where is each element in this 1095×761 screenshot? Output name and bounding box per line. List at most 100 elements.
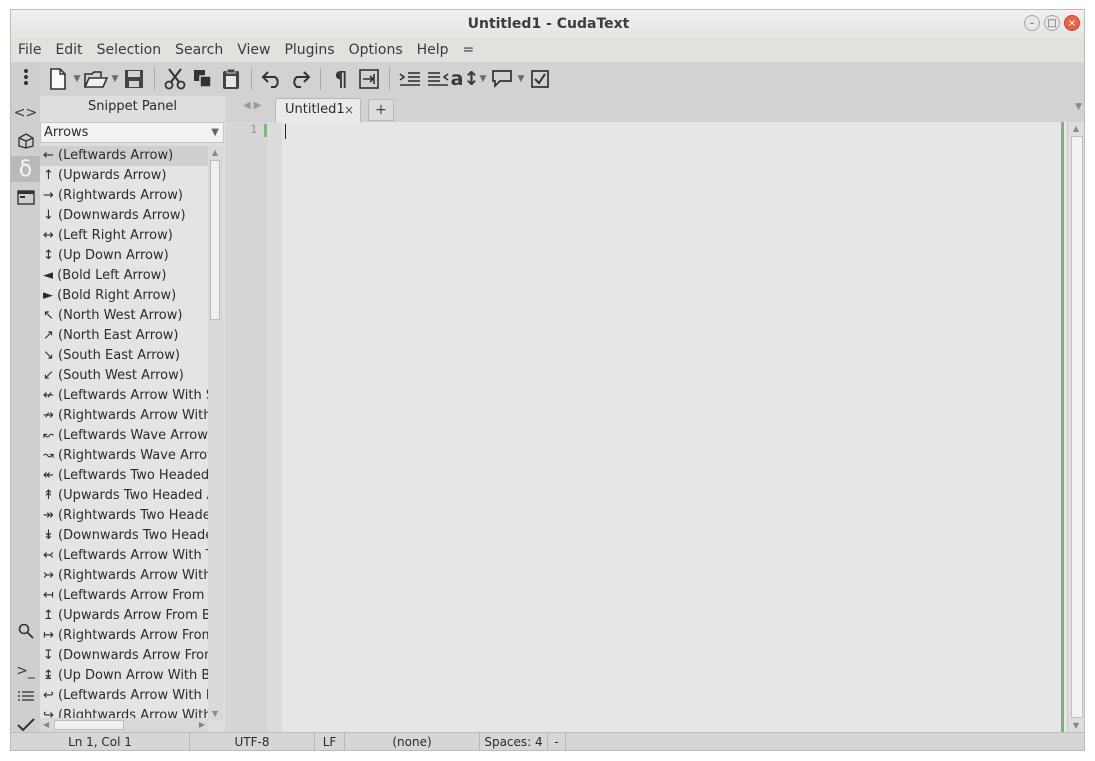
status-line-ending[interactable]: LF — [315, 733, 345, 750]
menu-help[interactable]: Help — [417, 42, 449, 58]
scroll-thumb[interactable] — [210, 160, 220, 320]
snippet-item[interactable]: ↡ (Downwards Two Headed Arrow) — [40, 526, 208, 546]
snippet-item[interactable]: ↩ (Leftwards Arrow With Hook) — [40, 686, 208, 706]
paste-icon[interactable] — [217, 66, 245, 92]
menu-plugins[interactable]: Plugins — [284, 42, 334, 58]
open-file-icon[interactable] — [82, 66, 110, 92]
copy-icon[interactable] — [189, 66, 217, 92]
snippet-item[interactable]: ↚ (Leftwards Arrow With Stroke) — [40, 386, 208, 406]
snippet-list[interactable]: ← (Leftwards Arrow) ↑ (Upwards Arrow) → (R… — [40, 146, 208, 720]
snippet-item[interactable]: ↘ (South East Arrow) — [40, 346, 208, 366]
minimize-button[interactable]: – — [1024, 15, 1040, 31]
maximize-button[interactable]: □ — [1044, 15, 1060, 31]
snippet-item[interactable]: ↕ (Up Down Arrow) — [40, 246, 208, 266]
unindent-icon[interactable] — [424, 66, 452, 92]
menu-search[interactable]: Search — [175, 42, 223, 58]
case-icon[interactable]: a↕ — [451, 66, 480, 92]
indent-icon[interactable] — [396, 66, 424, 92]
snippet-item[interactable]: ↠ (Rightwards Two Headed Arrow) — [40, 506, 208, 526]
title-bar: Untitled1 - CudaText – □ × — [11, 10, 1084, 39]
snippet-panel-icon[interactable]: δ — [11, 156, 40, 182]
fold-margin — [267, 122, 282, 732]
snippet-panel: Snippet Panel Arrows ▼ ← (Leftwards Arro… — [40, 96, 225, 732]
cut-icon[interactable] — [161, 66, 189, 92]
undo-icon[interactable] — [258, 66, 286, 92]
close-icon[interactable]: × — [344, 99, 354, 121]
new-file-icon[interactable] — [44, 66, 72, 92]
snippet-item[interactable]: ↦ (Rightwards Arrow From Bar) — [40, 626, 208, 646]
new-file-dropdown-icon[interactable]: ▼ — [72, 66, 82, 92]
editor-vertical-scrollbar[interactable]: ▲ ▼ — [1067, 122, 1084, 732]
menu-view[interactable]: View — [237, 42, 270, 58]
redo-icon[interactable] — [286, 66, 314, 92]
scroll-thumb[interactable] — [1071, 136, 1083, 718]
scroll-thumb[interactable] — [54, 720, 124, 730]
scroll-up-icon[interactable]: ▲ — [1073, 124, 1079, 133]
scroll-down-icon[interactable]: ▼ — [1073, 721, 1079, 730]
menu-selection[interactable]: Selection — [97, 42, 162, 58]
console-icon[interactable]: >_ — [11, 658, 40, 684]
snippet-vertical-scrollbar[interactable]: ▲ ▼ — [208, 146, 223, 720]
menu-options[interactable]: Options — [349, 42, 403, 58]
tab-label: Untitled1 — [285, 102, 345, 117]
project-icon[interactable] — [11, 128, 40, 154]
menu-more[interactable]: = — [463, 42, 475, 58]
snippet-item[interactable]: ← (Leftwards Arrow) — [40, 146, 208, 166]
snippet-item[interactable]: ↞ (Leftwards Two Headed Arrow) — [40, 466, 208, 486]
snippet-item[interactable]: ↓ (Downwards Arrow) — [40, 206, 208, 226]
snippet-item[interactable]: ↜ (Leftwards Wave Arrow) — [40, 426, 208, 446]
scroll-down-icon[interactable]: ▼ — [212, 709, 218, 718]
snippet-item[interactable]: ↣ (Rightwards Arrow With Tail) — [40, 566, 208, 586]
snippet-item[interactable]: ↙ (South West Arrow) — [40, 366, 208, 386]
editor-area[interactable]: 1 ▲ ▼ — [225, 122, 1084, 732]
case-dropdown-icon[interactable]: ▼ — [478, 66, 488, 92]
scroll-up-icon[interactable]: ▲ — [212, 148, 218, 157]
check-icon[interactable] — [526, 66, 554, 92]
snippet-item[interactable]: ↟ (Upwards Two Headed Arrow) — [40, 486, 208, 506]
paragraph-marks-icon[interactable]: ¶ — [327, 66, 355, 92]
snippet-item[interactable]: ↤ (Leftwards Arrow From Bar) — [40, 586, 208, 606]
snippet-item[interactable]: ↧ (Downwards Arrow From Bar) — [40, 646, 208, 666]
snippet-item[interactable]: ↢ (Leftwards Arrow With Tail) — [40, 546, 208, 566]
snippet-item[interactable]: ↨ (Up Down Arrow With Base) — [40, 666, 208, 686]
list-icon[interactable] — [11, 684, 40, 710]
tab-menu-icon[interactable]: ▼ — [1075, 102, 1082, 112]
tabs-icon[interactable] — [11, 184, 40, 210]
snippet-item[interactable]: ↛ (Rightwards Arrow With Stroke) — [40, 406, 208, 426]
toolbar-separator — [251, 68, 252, 90]
snippet-horizontal-scrollbar[interactable]: ◀ ▶ — [40, 718, 208, 732]
add-tab-button[interactable]: + — [368, 99, 394, 121]
snippet-item[interactable]: ↑ (Upwards Arrow) — [40, 166, 208, 186]
status-indent[interactable]: Spaces: 4 — [480, 733, 548, 750]
wrap-icon[interactable] — [355, 66, 383, 92]
open-file-dropdown-icon[interactable]: ▼ — [110, 66, 120, 92]
scroll-left-icon[interactable]: ◀ — [43, 720, 49, 729]
snippet-item[interactable]: ◄ (Bold Left Arrow) — [40, 266, 208, 286]
scroll-right-icon[interactable]: ▶ — [199, 720, 205, 729]
status-position[interactable]: Ln 1, Col 1 — [11, 733, 190, 750]
snippet-item[interactable]: ↔ (Left Right Arrow) — [40, 226, 208, 246]
snippet-item[interactable]: ↝ (Rightwards Wave Arrow) — [40, 446, 208, 466]
code-tree-icon[interactable]: <> — [11, 100, 40, 126]
close-button[interactable]: × — [1064, 15, 1080, 31]
menu-file[interactable]: File — [18, 42, 41, 58]
category-combo[interactable]: Arrows ▼ — [40, 122, 224, 143]
save-icon[interactable] — [120, 66, 148, 92]
status-encoding[interactable]: UTF-8 — [190, 733, 315, 750]
menu-edit[interactable]: Edit — [55, 42, 82, 58]
window-title: Untitled1 - CudaText — [467, 16, 630, 32]
status-extra[interactable]: - — [548, 733, 566, 750]
app-window: Untitled1 - CudaText – □ × File Edit Sel… — [10, 9, 1085, 751]
snippet-item[interactable]: ↥ (Upwards Arrow From Bar) — [40, 606, 208, 626]
menu-dots-icon[interactable] — [11, 64, 40, 90]
tab-scroll-arrows-icon[interactable]: ◀▶ — [243, 100, 264, 111]
status-lexer[interactable]: (none) — [345, 733, 480, 750]
snippet-item[interactable]: ► (Bold Right Arrow) — [40, 286, 208, 306]
snippet-item[interactable]: → (Rightwards Arrow) — [40, 186, 208, 206]
snippet-item[interactable]: ↗ (North East Arrow) — [40, 326, 208, 346]
snippet-item[interactable]: ↖ (North West Arrow) — [40, 306, 208, 326]
comment-icon[interactable] — [488, 66, 516, 92]
tab-untitled1[interactable]: Untitled1 × — [275, 98, 361, 122]
comment-dropdown-icon[interactable]: ▼ — [516, 66, 526, 92]
search-icon[interactable] — [11, 618, 40, 644]
